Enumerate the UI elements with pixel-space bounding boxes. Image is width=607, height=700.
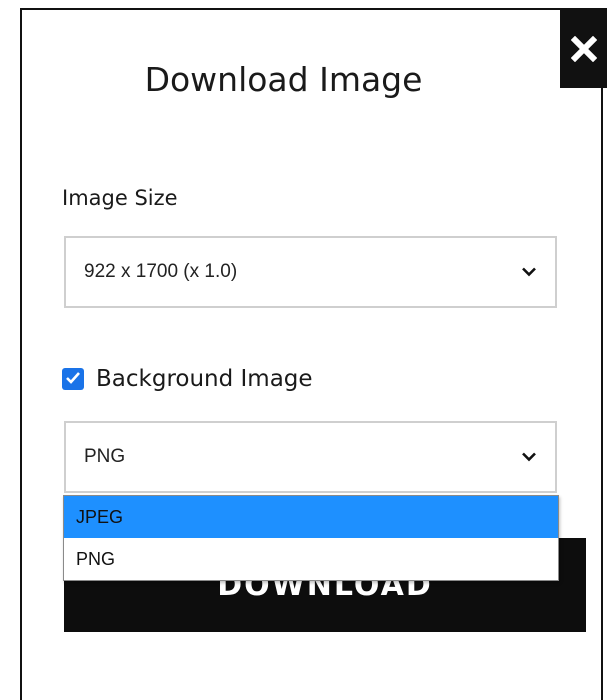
format-value: PNG: [84, 446, 126, 467]
image-size-label: Image Size: [62, 186, 178, 210]
page: Download Image Image Size 922 x 1700 (x …: [0, 0, 607, 700]
checkmark-icon: [65, 370, 81, 389]
format-option-png[interactable]: PNG: [64, 538, 558, 580]
format-dropdown-list: JPEG PNG: [63, 495, 559, 581]
dialog-title: Download Image: [144, 60, 423, 99]
image-size-select[interactable]: 922 x 1700 (x 1.0): [64, 236, 557, 308]
chevron-down-icon: [521, 448, 537, 467]
format-option-jpeg[interactable]: JPEG: [64, 496, 558, 538]
format-select[interactable]: PNG: [64, 421, 557, 493]
chevron-down-icon: [521, 263, 537, 282]
background-image-row: Background Image: [62, 366, 313, 392]
background-image-checkbox[interactable]: [62, 368, 84, 390]
image-size-value: 922 x 1700 (x 1.0): [84, 261, 238, 282]
close-icon: [570, 36, 597, 62]
background-image-label[interactable]: Background Image: [96, 366, 313, 392]
